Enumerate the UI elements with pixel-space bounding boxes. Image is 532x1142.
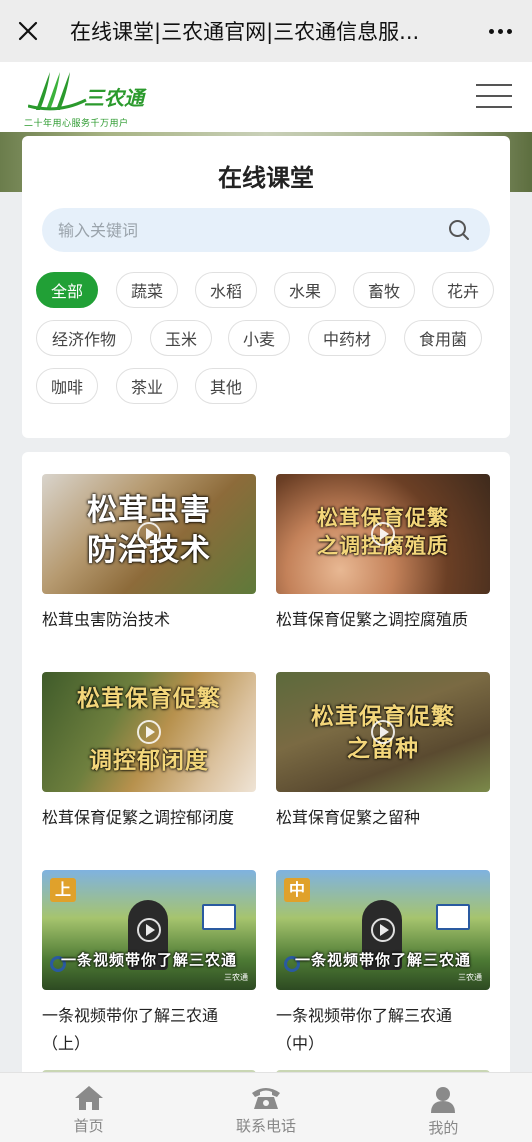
search-input[interactable] xyxy=(58,208,428,252)
phone-icon xyxy=(251,1088,280,1109)
video-title: 一条视频带你了解三农通（上） xyxy=(42,1006,219,1053)
book-icon xyxy=(436,904,470,930)
video-title: 松茸虫害防治技术 xyxy=(42,610,171,629)
thumbnail-credit: 三农通 xyxy=(224,973,248,982)
play-icon xyxy=(371,918,395,942)
tag-rice[interactable]: 水稻 xyxy=(195,272,257,308)
thumbnail-caption: 一条视频带你了解三农通 xyxy=(60,951,237,969)
video-list: 松茸虫害 防治技术 松茸虫害防治技术 松茸保育促繁 之调控腐殖质 松茸保育促繁之… xyxy=(22,452,510,1092)
tag-fruit[interactable]: 水果 xyxy=(274,272,336,308)
video-card[interactable]: 中 一条视频带你了解三农通 三农通 一条视频带你了解三农通（中） xyxy=(276,870,490,1058)
site-logo[interactable]: 三农通 二十年用心服务千万用户 xyxy=(24,68,144,130)
tag-vegetables[interactable]: 蔬菜 xyxy=(116,272,178,308)
video-thumbnail[interactable]: 松茸保育促繁 调控郁闭度 xyxy=(42,672,256,792)
tag-corn[interactable]: 玉米 xyxy=(150,320,212,356)
video-card[interactable]: 松茸保育促繁 调控郁闭度 松茸保育促繁之调控郁闭度 xyxy=(42,672,256,832)
top-bar: 在线课堂|三农通官网|三农通信息服... xyxy=(0,0,532,62)
play-icon xyxy=(371,522,395,546)
category-card: 在线课堂 全部 蔬菜 水稻 水果 畜牧 花卉 经济作物 玉米 小麦 中药材 食用… xyxy=(22,136,510,438)
book-icon xyxy=(202,904,236,930)
tag-tea[interactable]: 茶业 xyxy=(116,368,178,404)
play-icon xyxy=(137,522,161,546)
tag-herbs[interactable]: 中药材 xyxy=(308,320,386,356)
video-title: 松茸保育促繁之调控郁闭度 xyxy=(42,808,235,827)
play-icon xyxy=(137,720,161,744)
thumbnail-caption: 松茸保育促繁 xyxy=(77,686,221,712)
search-bar xyxy=(42,208,490,252)
video-title: 松茸保育促繁之留种 xyxy=(276,808,421,827)
thumbnail-caption: 一条视频带你了解三农通 xyxy=(294,951,471,969)
tag-coffee[interactable]: 咖啡 xyxy=(36,368,98,404)
tag-cash-crops[interactable]: 经济作物 xyxy=(36,320,132,356)
video-card[interactable]: 松茸虫害 防治技术 松茸虫害防治技术 xyxy=(42,474,256,634)
video-thumbnail[interactable]: 松茸保育促繁 之调控腐殖质 xyxy=(276,474,490,594)
video-thumbnail[interactable]: 松茸保育促繁 之留种 xyxy=(276,672,490,792)
site-header: 三农通 二十年用心服务千万用户 xyxy=(0,62,532,132)
tag-flowers[interactable]: 花卉 xyxy=(432,272,494,308)
part-badge: 上 xyxy=(50,878,76,902)
video-thumbnail[interactable]: 中 一条视频带你了解三农通 三农通 xyxy=(276,870,490,990)
thumbnail-caption: 调控郁闭度 xyxy=(89,748,209,774)
tag-mushrooms[interactable]: 食用菌 xyxy=(404,320,482,356)
video-card[interactable]: 松茸保育促繁 之留种 松茸保育促繁之留种 xyxy=(276,672,490,832)
tag-other[interactable]: 其他 xyxy=(195,368,257,404)
thumbnail-credit: 三农通 xyxy=(458,973,482,982)
hamburger-icon xyxy=(476,84,512,86)
video-thumbnail[interactable]: 上 一条视频带你了解三农通 三农通 xyxy=(42,870,256,990)
brand-name: 三农通 xyxy=(84,86,144,110)
section-title: 在线课堂 xyxy=(218,164,314,192)
close-button[interactable] xyxy=(0,0,56,62)
leaf-logo-icon xyxy=(28,72,87,111)
video-title: 松茸保育促繁之调控腐殖质 xyxy=(276,610,469,629)
user-icon xyxy=(431,1087,456,1113)
nav-label: 联系电话 xyxy=(235,1117,296,1135)
more-icon xyxy=(488,28,494,34)
part-badge: 中 xyxy=(284,878,310,902)
video-thumbnail[interactable]: 松茸虫害 防治技术 xyxy=(42,474,256,594)
play-icon xyxy=(137,918,161,942)
brand-tagline: 二十年用心服务千万用户 xyxy=(24,119,129,129)
tag-livestock[interactable]: 畜牧 xyxy=(353,272,415,308)
nav-contact[interactable]: 联系电话 xyxy=(177,1073,354,1142)
nav-label: 首页 xyxy=(73,1117,104,1135)
home-icon xyxy=(74,1086,103,1110)
bottom-nav: 首页 联系电话 我的 xyxy=(0,1072,532,1142)
tag-wheat[interactable]: 小麦 xyxy=(228,320,290,356)
more-button[interactable] xyxy=(468,0,532,62)
video-card[interactable]: 上 一条视频带你了解三农通 三农通 一条视频带你了解三农通（上） xyxy=(42,870,256,1058)
nav-profile[interactable]: 我的 xyxy=(355,1073,532,1142)
page-title: 在线课堂|三农通官网|三农通信息服... xyxy=(70,20,420,44)
nav-label: 我的 xyxy=(428,1119,459,1137)
menu-button[interactable] xyxy=(476,84,512,110)
nav-home[interactable]: 首页 xyxy=(0,1073,177,1142)
tag-all[interactable]: 全部 xyxy=(36,272,98,308)
video-title: 一条视频带你了解三农通（中） xyxy=(276,1006,453,1053)
close-icon xyxy=(18,21,38,41)
video-card[interactable]: 松茸保育促繁 之调控腐殖质 松茸保育促繁之调控腐殖质 xyxy=(276,474,490,634)
search-icon[interactable] xyxy=(448,219,470,241)
play-icon xyxy=(371,720,395,744)
